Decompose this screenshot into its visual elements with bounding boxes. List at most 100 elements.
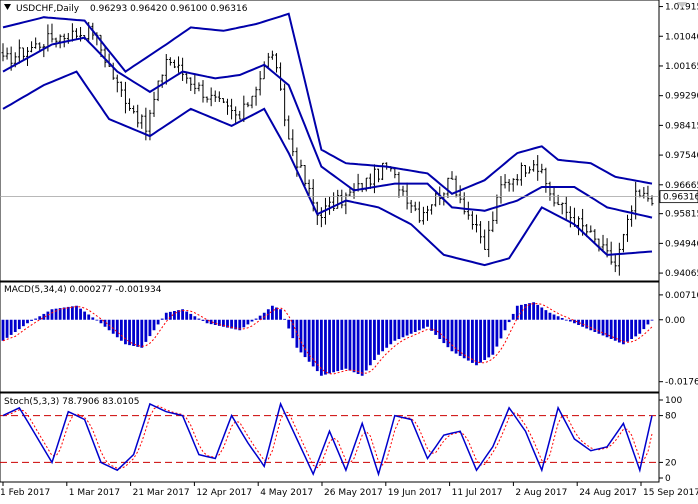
macd-histogram-bar [295,319,299,348]
macd-histogram-bar [413,319,417,332]
macd-histogram-bar [450,319,454,352]
macd-histogram-bar [356,319,360,374]
macd-histogram-bar [650,319,654,321]
chart-window: 0.96316 1.019151.010401.001650.992900.98… [0,0,698,500]
macd-histogram-bar [348,319,352,371]
stoch-main-line [2,401,653,477]
x-axis-tick-label: 19 Jun 2017 [388,488,442,498]
ohlc-values: 0.96293 0.96420 0.96100 0.96316 [90,4,248,14]
macd-title: MACD(5,34,4) 0.000277 -0.001934 [4,285,162,295]
price-y-tick-label: 1.00165 [665,62,698,72]
macd-histogram-bar [503,319,507,331]
macd-histogram-bar [66,306,70,320]
macd-histogram-bar [70,306,74,320]
macd-signal-line [2,303,653,375]
macd-histogram-bar [524,304,527,320]
macd-histogram-bar [617,319,621,343]
macd-histogram-bar [99,319,103,324]
macd-histogram-bar [111,319,115,334]
bollinger-lower-band [2,70,653,267]
macd-histogram-bar [83,311,87,320]
macd-histogram-bar [185,311,189,320]
macd-histogram-bar [552,314,556,320]
macd-histogram-bar [213,319,217,325]
macd-histogram-bar [568,319,572,322]
macd-histogram-bar [515,305,519,320]
x-axis-tick-label: 12 Apr 2017 [196,488,252,498]
macd-histogram-bar [475,319,478,366]
x-axis-tick-label: 1 Feb 2017 [0,488,50,498]
bollinger-upper-band [2,12,653,195]
macd-histogram-bar [377,319,380,355]
price-y-tick-label: 1.01040 [665,32,698,42]
macd-histogram-bar [1,319,5,341]
macd-histogram-bar [622,319,625,345]
macd-histogram-bar [254,318,258,320]
macd-histogram-bar [13,319,17,332]
macd-histogram-bar [487,319,491,358]
macd-histogram-bar [5,319,9,338]
stoch-y-tick-label: 80 [665,412,677,422]
macd-histogram-bar [536,304,540,320]
macd-histogram-bar [532,302,536,320]
macd-histogram-bar [270,305,274,320]
macd-histogram-bar [601,319,605,336]
macd-histogram-bar [426,319,429,327]
macd-histogram-bar [124,319,127,345]
macd-histogram-bar [511,313,515,320]
macd-histogram-bar [156,319,160,325]
stochastic-panel [0,401,659,477]
macd-histogram-bar [609,319,613,339]
macd-histogram-bar [540,307,544,320]
macd-histogram-bar [646,319,650,325]
macd-histogram-bar [173,311,176,320]
macd-histogram-bar [495,319,499,347]
collapse-triangle-icon[interactable] [4,4,11,10]
macd-histogram-bar [38,316,42,320]
macd-y-tick-label: 0.007103 [665,291,698,301]
macd-histogram-bar [462,319,466,359]
x-axis-tick-label: 26 May 2017 [324,488,383,498]
macd-histogram-bar [197,318,201,320]
macd-histogram-bar [30,319,33,321]
macd-histogram-bar [483,319,487,360]
macd-histogram-bar [638,319,642,334]
macd-histogram-bar [95,319,99,321]
x-axis-tick-label: 1 Mar 2017 [69,488,120,498]
macd-histogram-bar [385,319,389,348]
macd-histogram-bar [275,307,278,320]
current-price-label: 0.96316 [663,193,698,203]
macd-histogram-bar [75,305,78,320]
price-y-tick-label: 0.97540 [665,151,698,161]
macd-histogram-bar [466,319,470,361]
macd-histogram-bar [589,319,593,331]
macd-histogram-bar [373,319,376,360]
macd-histogram-bar [50,309,54,320]
macd-histogram-bar [417,319,421,331]
macd-histogram-bar [315,319,319,372]
macd-histogram-bar [303,319,307,358]
macd-histogram-bar [54,308,58,320]
macd-histogram-bar [548,312,552,320]
macd-y-tick-label: 0.00 [665,316,685,326]
macd-histogram-bar [148,319,152,337]
macd-histogram-bar [626,319,629,342]
macd-histogram-bar [136,319,140,347]
macd-histogram-bar [91,317,95,320]
macd-histogram-bar [564,319,568,321]
macd-histogram-bar [344,319,348,369]
x-axis-tick-label: 24 Aug 2017 [579,488,637,498]
stoch-y-tick-label: 0 [665,474,671,484]
macd-histogram-bar [22,319,25,327]
macd-histogram-bar [507,319,511,323]
price-panel-frame [0,0,660,282]
macd-histogram-bar [560,318,564,320]
macd-histogram-bar [438,319,442,339]
macd-histogram-bar [409,319,413,334]
price-y-tick-label: 0.94940 [665,239,698,249]
x-axis-tick-label: 15 Sep 2017 [643,488,698,498]
macd-histogram-bar [360,319,364,376]
stoch-y-tick-label: 100 [665,396,682,406]
macd-histogram-bar [585,319,589,329]
macd-histogram-bar [262,312,266,320]
